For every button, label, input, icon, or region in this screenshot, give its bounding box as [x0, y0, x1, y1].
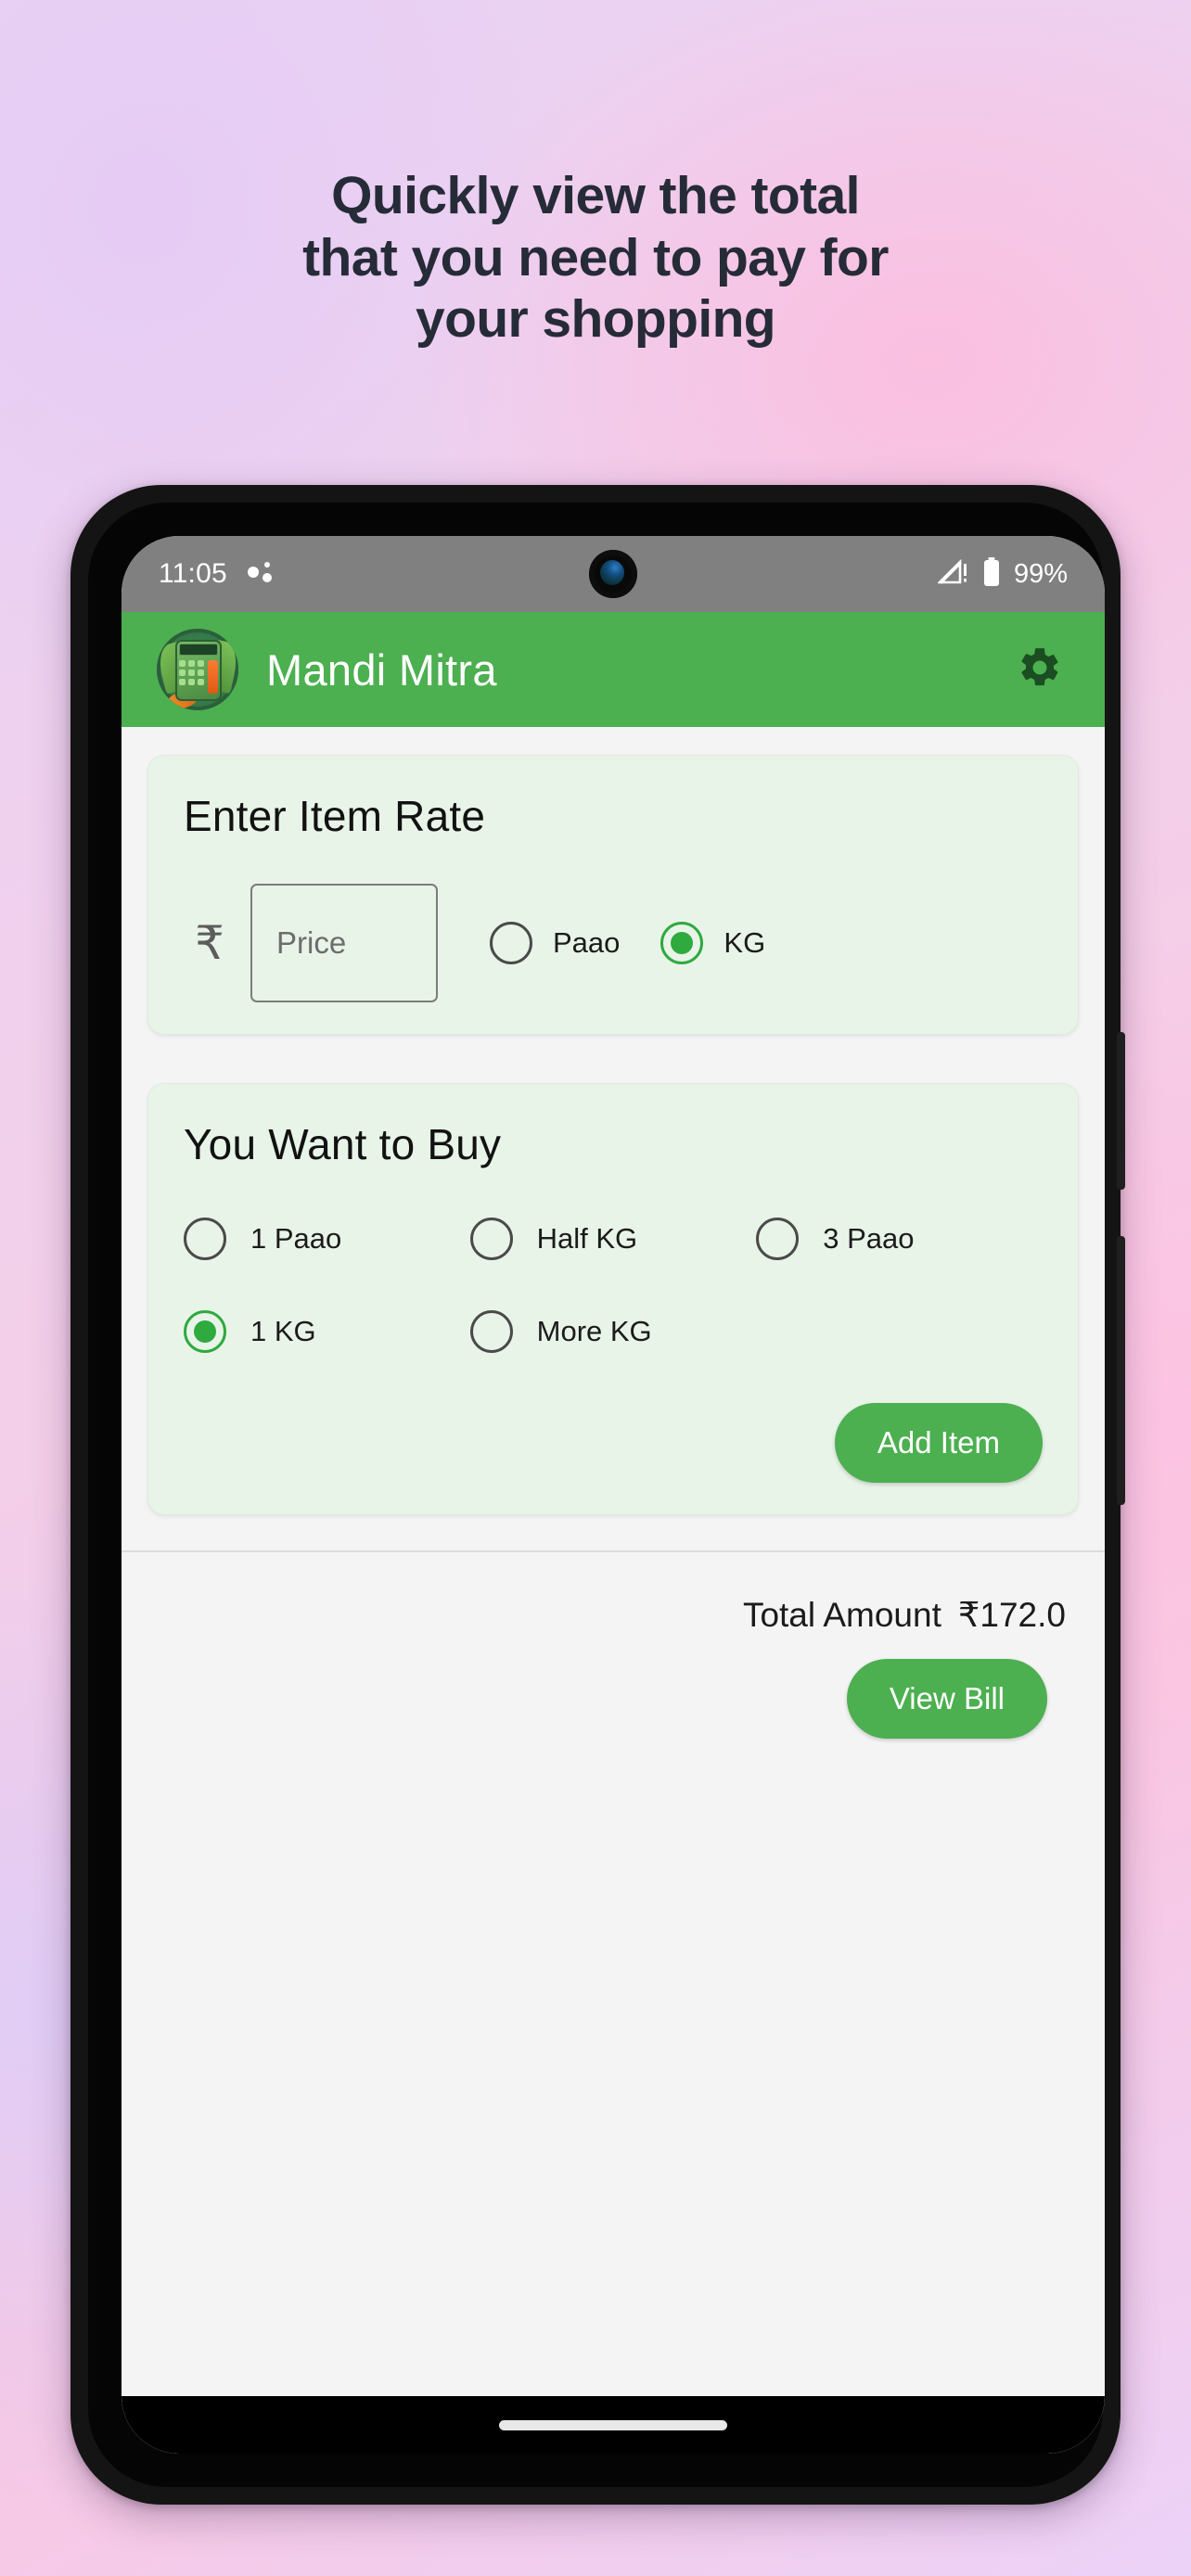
phone-screen: 11:05 99% Mandi Mitra Enter Item Rate ₹ …: [122, 536, 1105, 2454]
you-want-to-buy-card: You Want to Buy 1 Paao Half KG 3 Paao 1 …: [147, 1083, 1079, 1515]
add-item-row: Add Item: [184, 1403, 1043, 1483]
app-bar: Mandi Mitra: [122, 612, 1105, 727]
quantity-option-more-kg-label: More KG: [536, 1315, 652, 1347]
radio-unselected-icon: [469, 1310, 513, 1353]
headline-line-2: that you need to pay for: [302, 227, 889, 287]
rate-card-title: Enter Item Rate: [184, 792, 486, 840]
app-title: Mandi Mitra: [266, 644, 497, 695]
quantity-row-2-spacer: [756, 1310, 1043, 1353]
power-button[interactable]: [1117, 1032, 1125, 1190]
volume-button[interactable]: [1117, 1236, 1125, 1505]
quantity-option-half-kg-label: Half KG: [536, 1222, 638, 1255]
price-input[interactable]: Price: [250, 884, 438, 1002]
unit-option-paao[interactable]: Paao: [490, 922, 620, 964]
unit-option-kg-label: KG: [724, 926, 766, 959]
app-content: Enter Item Rate ₹ Price Paao KG You Want…: [122, 755, 1105, 2454]
radio-selected-icon: [184, 1310, 226, 1353]
quantity-option-3-paao-label: 3 Paao: [823, 1222, 915, 1255]
notification-dots-icon: [247, 560, 279, 588]
quantity-option-half-kg[interactable]: Half KG: [469, 1218, 757, 1260]
front-camera-punch-hole: [589, 550, 637, 598]
app-logo-calculator-vegetables-icon: [157, 629, 238, 710]
rupee-symbol-icon: ₹: [195, 917, 224, 969]
view-bill-row: View Bill: [122, 1635, 1105, 1739]
unit-radio-group: Paao KG: [490, 922, 765, 964]
phone-mockup: 11:05 99% Mandi Mitra Enter Item Rate ₹ …: [70, 485, 1125, 2505]
radio-unselected-icon: [756, 1218, 800, 1260]
total-amount-value: ₹172.0: [957, 1596, 1066, 1634]
rate-input-row: ₹ Price Paao KG: [184, 884, 1043, 1002]
radio-unselected-icon: [490, 922, 532, 964]
headline-line-1: Quickly view the total: [331, 166, 860, 225]
total-amount-label: Total Amount: [742, 1596, 941, 1634]
radio-unselected-icon: [469, 1218, 513, 1260]
view-bill-button[interactable]: View Bill: [846, 1659, 1047, 1739]
radio-unselected-icon: [184, 1218, 226, 1260]
total-amount-row: Total Amount ₹172.0: [122, 1552, 1105, 1635]
radio-selected-icon: [660, 922, 704, 964]
battery-icon: [982, 556, 1001, 592]
signal-no-sim-icon: [936, 558, 969, 591]
gear-icon: [1017, 644, 1063, 695]
enter-item-rate-card: Enter Item Rate ₹ Price Paao KG: [147, 755, 1079, 1035]
phone-bezel: 11:05 99% Mandi Mitra Enter Item Rate ₹ …: [88, 503, 1105, 2487]
quantity-row-1: 1 Paao Half KG 3 Paao: [184, 1218, 1043, 1260]
quantity-option-1-paao-label: 1 Paao: [250, 1222, 342, 1255]
status-bar-time: 11:05: [159, 558, 227, 589]
status-bar: 11:05 99%: [122, 536, 1105, 612]
unit-option-paao-label: Paao: [553, 926, 621, 959]
quantity-option-1-paao[interactable]: 1 Paao: [184, 1218, 470, 1260]
quantity-option-more-kg[interactable]: More KG: [469, 1310, 757, 1353]
quantity-radio-group: 1 Paao Half KG 3 Paao 1 KG More KG: [184, 1218, 1043, 1353]
status-bar-right: 99%: [936, 556, 1068, 592]
price-input-placeholder: Price: [276, 925, 347, 960]
quantity-row-2: 1 KG More KG: [184, 1310, 1043, 1353]
promo-headline: Quickly view the total that you need to …: [0, 165, 1191, 351]
headline-line-3: your shopping: [416, 289, 776, 350]
unit-option-kg[interactable]: KG: [660, 922, 765, 964]
buy-card-title: You Want to Buy: [184, 1120, 502, 1168]
gesture-navigation-area: [122, 2396, 1105, 2454]
quantity-option-1-kg-label: 1 KG: [250, 1315, 316, 1347]
quantity-option-3-paao[interactable]: 3 Paao: [756, 1218, 1043, 1260]
add-item-button[interactable]: Add Item: [834, 1403, 1043, 1483]
quantity-option-1-kg[interactable]: 1 KG: [184, 1310, 470, 1353]
settings-button[interactable]: [1010, 640, 1069, 699]
home-gesture-pill[interactable]: [499, 2420, 727, 2430]
battery-percent-label: 99%: [1013, 558, 1068, 589]
